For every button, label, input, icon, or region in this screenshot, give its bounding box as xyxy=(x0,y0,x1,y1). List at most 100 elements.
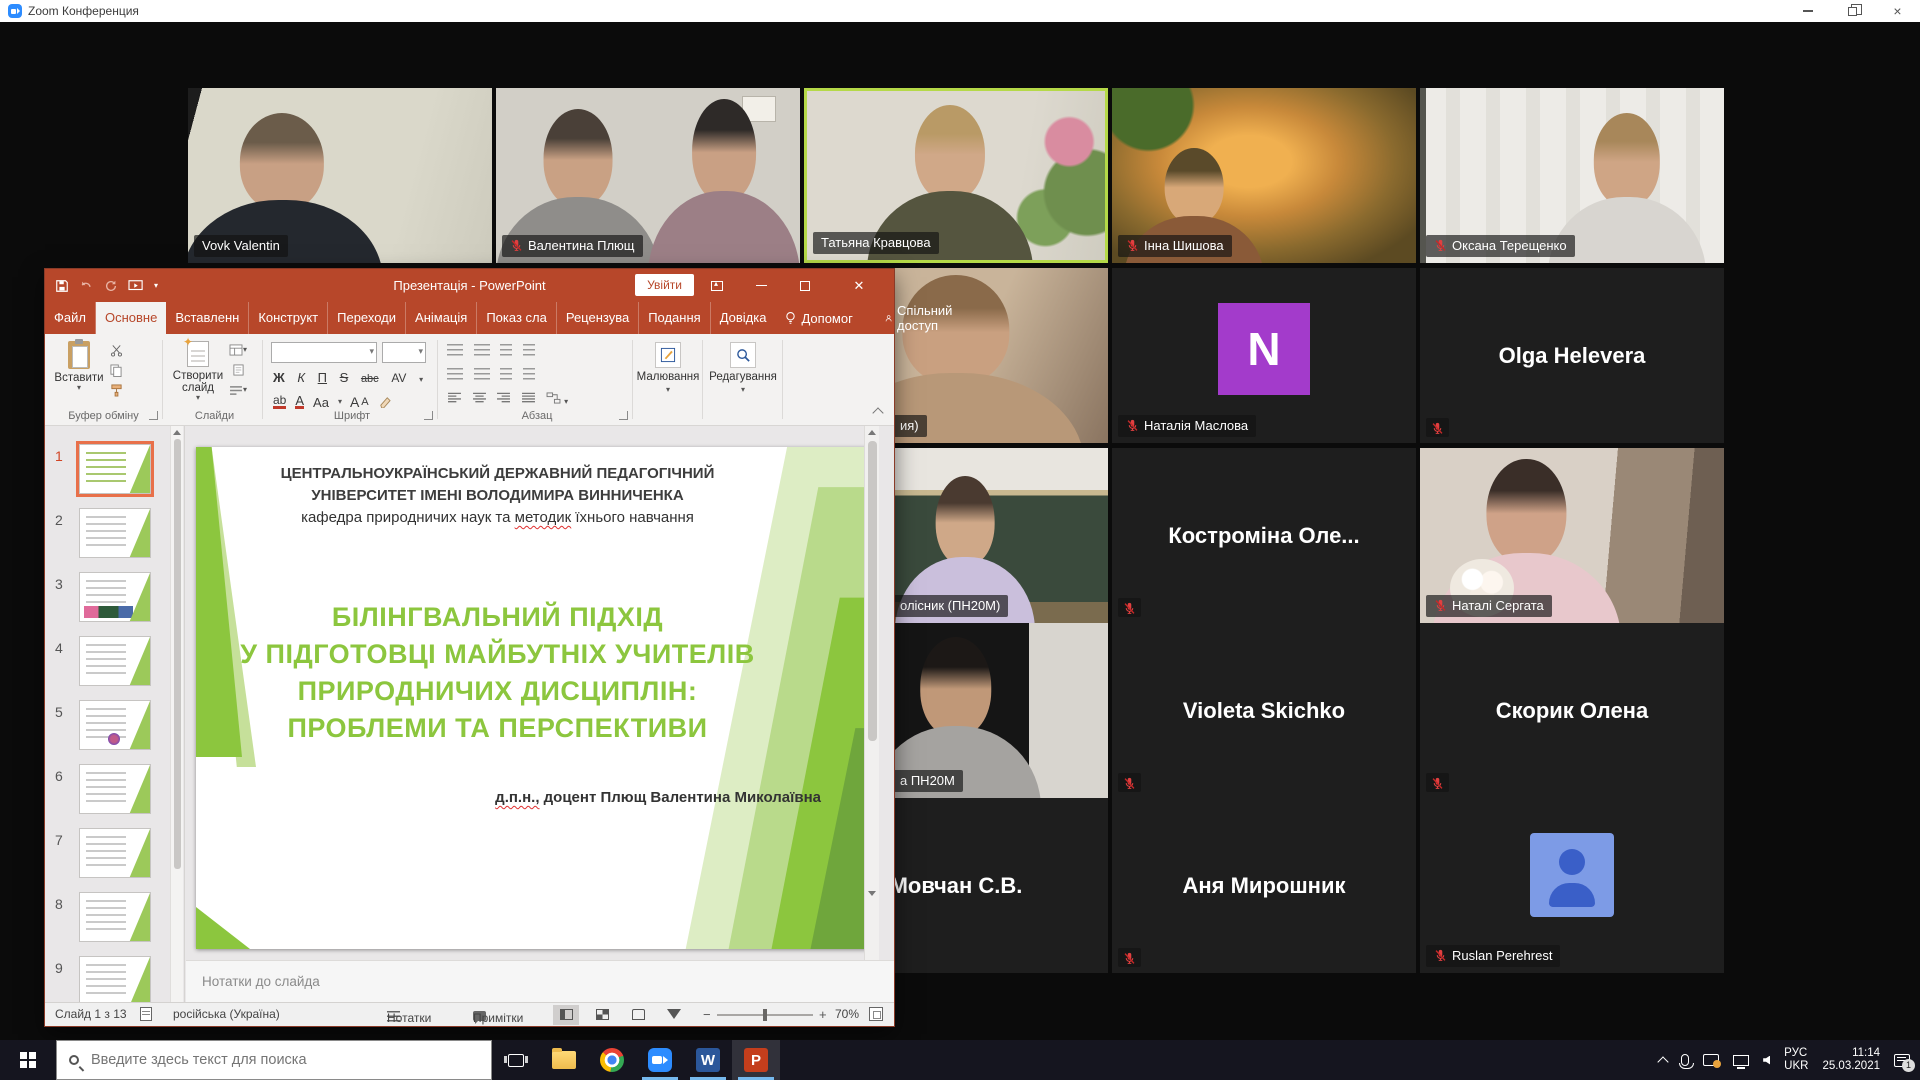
slide-vertical-scrollbar[interactable] xyxy=(864,426,879,960)
fit-slide-button[interactable] xyxy=(869,1007,883,1021)
zoom-in-button[interactable]: + xyxy=(819,1007,827,1022)
department-line[interactable]: кафедра природничих наук та методик їхнь… xyxy=(226,509,769,526)
tray-volume-icon[interactable] xyxy=(1763,1056,1770,1065)
spellcheck-icon[interactable] xyxy=(140,1007,152,1021)
notes-pane[interactable]: Нотатки до слайда xyxy=(186,960,894,1002)
zoom-out-button[interactable]: − xyxy=(703,1007,711,1022)
tab-review[interactable]: Рецензува xyxy=(557,302,639,334)
slide-thumbnail-5[interactable]: 5 xyxy=(45,700,185,756)
language-switcher[interactable]: РУС UKR xyxy=(1784,1047,1808,1073)
scrollbar-thumb[interactable] xyxy=(174,439,181,869)
minimize-button[interactable] xyxy=(1785,0,1830,22)
ppt-close-button[interactable]: ✕ xyxy=(838,269,880,302)
decrease-indent-icon[interactable] xyxy=(447,368,463,381)
font-name-combobox[interactable] xyxy=(271,342,377,363)
slide-thumbnail-3[interactable]: 3 xyxy=(45,572,185,628)
scroll-down-arrow[interactable] xyxy=(868,891,876,896)
font-size-combobox[interactable] xyxy=(382,342,426,363)
tab-view[interactable]: Подання xyxy=(639,302,711,334)
video-tile-vovk-valentin[interactable]: Vovk Valentin xyxy=(188,88,492,263)
slideshow-view-button[interactable] xyxy=(661,1005,687,1025)
font-dialog-launcher[interactable] xyxy=(424,411,433,420)
clear-format-icon[interactable] xyxy=(378,396,391,408)
video-tile-inna-shyshova[interactable]: Інна Шишова xyxy=(1112,88,1416,263)
tab-transitions[interactable]: Переходи xyxy=(328,302,406,334)
slide-main-title[interactable]: БІЛІНГВАЛЬНИЙ ПІДХІД У ПІДГОТОВЦІ МАЙБУТ… xyxy=(216,599,779,747)
tab-slideshow[interactable]: Показ сла xyxy=(477,302,557,334)
video-tile-anya-myroshnyk[interactable]: Аня Мирошник xyxy=(1112,798,1416,973)
bold-button[interactable]: Ж xyxy=(273,370,285,385)
font-color-button[interactable]: A xyxy=(295,395,304,409)
scroll-up-arrow[interactable] xyxy=(868,430,876,435)
tab-share[interactable]: Спільний доступ xyxy=(875,302,967,334)
language-indicator[interactable]: російська (Україна) xyxy=(173,1007,280,1021)
highlight-color-button[interactable]: ab xyxy=(273,395,286,409)
tab-file[interactable]: Файл xyxy=(45,302,96,334)
line-spacing-icon[interactable] xyxy=(500,344,512,357)
restore-button[interactable] xyxy=(1830,0,1875,22)
reset-slide-button[interactable] xyxy=(229,362,247,378)
scrollbar-thumb[interactable] xyxy=(868,441,877,741)
word-button[interactable]: W xyxy=(684,1040,732,1080)
ppt-minimize-button[interactable] xyxy=(740,269,782,302)
italic-button[interactable]: К xyxy=(297,370,305,385)
chrome-button[interactable] xyxy=(588,1040,636,1080)
scroll-up-arrow[interactable] xyxy=(173,430,181,435)
tray-microphone-icon[interactable] xyxy=(1681,1054,1689,1066)
section-button[interactable]: ▾ xyxy=(229,382,247,398)
tab-help[interactable]: Довідка xyxy=(711,302,776,334)
start-slideshow-icon[interactable] xyxy=(128,279,144,293)
save-icon[interactable] xyxy=(55,279,69,293)
taskbar-clock[interactable]: 11:14 25.03.2021 xyxy=(1822,1047,1880,1073)
clipboard-dialog-launcher[interactable] xyxy=(149,411,158,420)
slide-canvas[interactable]: ЦЕНТРАЛЬНОУКРАЇНСЬКИЙ ДЕРЖАВНИЙ ПЕДАГОГІ… xyxy=(186,426,879,960)
slide-thumbnail-6[interactable]: 6 xyxy=(45,764,185,820)
video-tile-valentyna-plyushch[interactable]: Валентина Плющ xyxy=(496,88,800,263)
slide-thumbnail-4[interactable]: 4 xyxy=(45,636,185,692)
video-tile-olga-helevera[interactable]: Olga Helevera xyxy=(1420,268,1724,443)
format-painter-button[interactable] xyxy=(107,382,125,398)
increase-indent-icon[interactable] xyxy=(474,368,490,381)
start-button[interactable] xyxy=(0,1040,56,1080)
increase-font-button[interactable]: A xyxy=(350,394,359,410)
slide-thumbnail-9[interactable]: 9 xyxy=(45,956,185,1002)
video-tile-oksana-tereshchenko[interactable]: Оксана Терещенко xyxy=(1420,88,1724,263)
video-tile-tatyana-kravtsova-active-speaker[interactable]: Татьяна Кравцова xyxy=(804,88,1108,263)
zoom-slider-thumb[interactable] xyxy=(763,1009,767,1021)
ppt-maximize-button[interactable] xyxy=(784,269,826,302)
tray-screenshare-icon[interactable] xyxy=(1703,1054,1719,1066)
character-spacing-button[interactable]: AV xyxy=(391,371,406,385)
search-input[interactable] xyxy=(89,1051,449,1069)
close-button[interactable]: × xyxy=(1875,0,1920,22)
numbering-icon[interactable] xyxy=(474,344,490,357)
slide-sorter-view-button[interactable] xyxy=(589,1005,615,1025)
zoom-app-button[interactable] xyxy=(636,1040,684,1080)
slide-thumbnail-2[interactable]: 2 xyxy=(45,508,185,564)
change-case-button[interactable]: Aa xyxy=(313,395,329,410)
tab-design[interactable]: Конструкт xyxy=(249,302,328,334)
customize-qat-icon[interactable]: ▾ xyxy=(154,282,158,290)
paste-button[interactable]: Вставити ▾ xyxy=(55,341,103,392)
hidden-icons-chevron[interactable] xyxy=(1657,1056,1668,1067)
video-tile-violeta-skichko[interactable]: Violeta Skichko xyxy=(1112,623,1416,798)
video-tile-ruslan-perehrest[interactable]: Ruslan Perehrest xyxy=(1420,798,1724,973)
task-view-button[interactable] xyxy=(492,1040,540,1080)
subscript-button[interactable]: abc xyxy=(361,373,379,385)
slide-thumbnail-8[interactable]: 8 xyxy=(45,892,185,948)
editing-button[interactable]: Редагування ▾ xyxy=(707,342,779,394)
zoom-slider[interactable] xyxy=(717,1014,813,1016)
drawing-button[interactable]: Малювання ▾ xyxy=(637,342,699,394)
slide-layout-button[interactable]: ▾ xyxy=(229,342,247,358)
bullets-icon[interactable] xyxy=(447,344,463,357)
align-text-icon[interactable] xyxy=(523,368,535,381)
tab-tell-me[interactable]: Допомог xyxy=(775,302,862,334)
panel-scrollbar[interactable] xyxy=(170,426,183,1002)
smartart-convert-icon[interactable] xyxy=(546,392,561,404)
underline-button[interactable]: П xyxy=(318,370,327,385)
reading-view-button[interactable] xyxy=(625,1005,651,1025)
align-right-icon[interactable] xyxy=(496,392,511,404)
file-explorer-button[interactable] xyxy=(540,1040,588,1080)
taskbar-search[interactable] xyxy=(56,1040,492,1080)
normal-view-button[interactable] xyxy=(553,1005,579,1025)
powerpoint-button[interactable]: P xyxy=(732,1040,780,1080)
